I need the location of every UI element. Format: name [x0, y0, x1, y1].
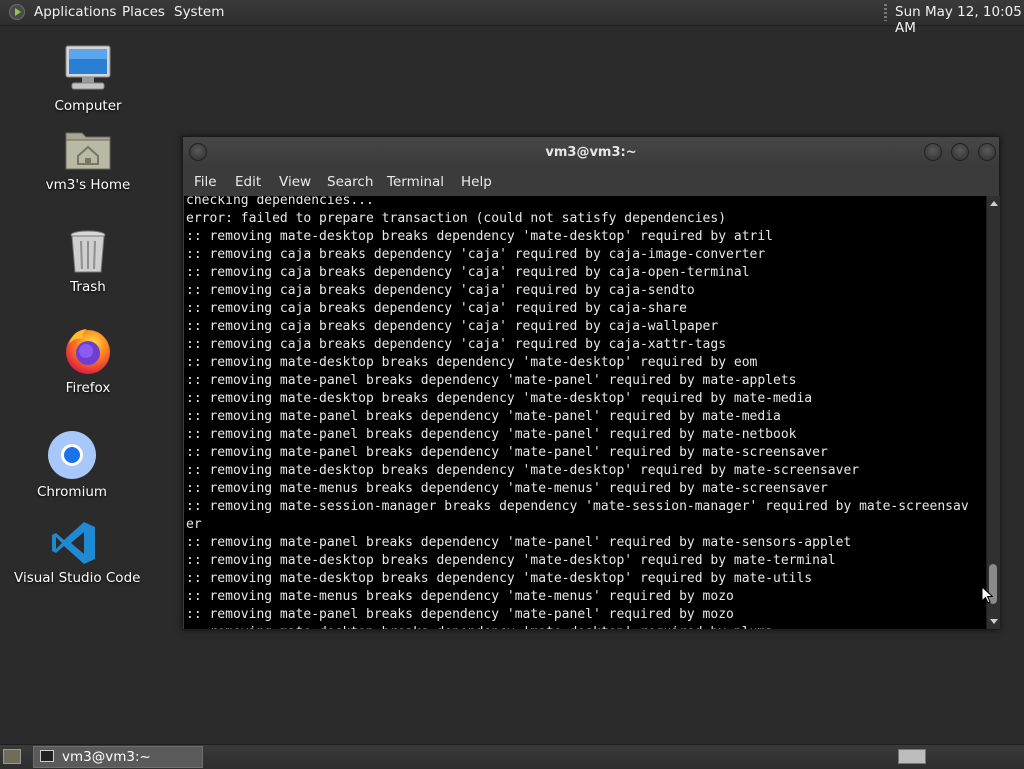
minimize-button[interactable] [924, 143, 942, 161]
menu-view[interactable]: View [279, 174, 311, 190]
scroll-down-arrow-icon[interactable] [990, 619, 998, 624]
mouse-pointer-icon [981, 586, 993, 604]
terminal-line: :: removing caja breaks dependency 'caja… [186, 319, 719, 334]
terminal-lines: checking dependencies... error: failed to… [186, 196, 969, 629]
terminal-window: vm3@vm3:~ File Edit View Search Terminal… [182, 136, 1000, 630]
menu-search[interactable]: Search [327, 174, 373, 190]
terminal-icon [40, 750, 54, 762]
firefox-icon [66, 329, 110, 374]
chromium-icon [48, 431, 96, 479]
clock[interactable]: Sun May 12, 10:05 AM [895, 4, 1024, 36]
mate-logo-icon[interactable] [9, 4, 25, 20]
terminal-line: :: removing mate-panel breaks dependency… [186, 373, 797, 388]
computer-icon [65, 45, 111, 90]
close-button[interactable] [978, 143, 996, 161]
menu-terminal[interactable]: Terminal [387, 174, 444, 190]
terminal-line: :: removing mate-desktop breaks dependen… [186, 463, 860, 478]
home-folder-icon [65, 132, 111, 170]
desktop-icon-label: vm3's Home [45, 177, 131, 193]
desktop-icon-label: Chromium [36, 484, 108, 500]
desktop-icon-label: Firefox [65, 380, 111, 396]
terminal-line: :: removing mate-desktop breaks dependen… [186, 624, 969, 629]
terminal-line: :: removing mate-panel breaks dependency… [186, 427, 797, 442]
terminal-line: :: removing caja breaks dependency 'caja… [186, 337, 727, 352]
taskbar-item-label: vm3@vm3:~ [62, 749, 151, 765]
terminal-line: :: removing mate-desktop breaks dependen… [186, 571, 813, 586]
window-title: vm3@vm3:~ [545, 145, 637, 160]
terminal-line: :: removing caja breaks dependency 'caja… [186, 247, 766, 262]
taskbar-item-terminal[interactable]: vm3@vm3:~ [33, 746, 203, 768]
terminal-line: :: removing mate-panel breaks dependency… [186, 535, 852, 550]
terminal-line: :: removing caja breaks dependency 'caja… [186, 301, 687, 316]
terminal-line: checking dependencies... [186, 196, 374, 208]
window-menubar: File Edit View Search Terminal Help [183, 167, 999, 195]
terminal-line: :: removing mate-session-manager breaks … [186, 499, 969, 514]
menu-edit[interactable]: Edit [235, 174, 261, 190]
terminal-line: :: removing mate-desktop breaks dependen… [186, 229, 773, 244]
terminal-line: error: failed to prepare transaction (co… [186, 211, 727, 226]
terminal-line: :: removing mate-panel breaks dependency… [186, 445, 828, 460]
desktop-icon-vscode[interactable]: Visual Studio Code [14, 520, 141, 586]
terminal-output[interactable]: checking dependencies... error: failed to… [184, 196, 986, 629]
terminal-line: :: removing caja breaks dependency 'caja… [186, 283, 695, 298]
applications-menu[interactable]: Applications [34, 4, 116, 20]
window-titlebar[interactable]: vm3@vm3:~ [183, 137, 999, 167]
trash-icon [70, 230, 106, 273]
menu-file[interactable]: File [194, 174, 217, 190]
terminal-line: :: removing mate-panel breaks dependency… [186, 409, 781, 424]
workspace-switcher-icon[interactable] [898, 749, 926, 764]
terminal-line: :: removing mate-menus breaks dependency… [186, 589, 734, 604]
panel-handle[interactable] [884, 4, 887, 21]
desktop-icon-home[interactable]: vm3's Home [43, 127, 133, 193]
desktop-icon-computer[interactable]: Computer [48, 44, 128, 114]
terminal-line: :: removing mate-desktop breaks dependen… [186, 355, 758, 370]
desktop-icon-label: Computer [54, 98, 122, 114]
menu-help[interactable]: Help [461, 174, 492, 190]
desktop-icon-label: Trash [70, 279, 106, 295]
desktop-icon-firefox[interactable]: Firefox [48, 326, 128, 396]
terminal-line: :: removing mate-panel breaks dependency… [186, 607, 734, 622]
show-desktop-icon[interactable] [3, 749, 21, 764]
desktop-icon-trash[interactable]: Trash [48, 229, 128, 295]
maximize-button[interactable] [951, 143, 969, 161]
terminal-line: :: removing caja breaks dependency 'caja… [186, 265, 750, 280]
scrollbar[interactable] [986, 196, 1000, 629]
terminal-line: :: removing mate-desktop breaks dependen… [186, 553, 836, 568]
places-menu[interactable]: Places [122, 4, 165, 20]
scroll-up-arrow-icon[interactable] [990, 201, 998, 206]
system-menu[interactable]: System [174, 4, 224, 20]
desktop-icon-label: Visual Studio Code [14, 570, 141, 586]
bottom-panel: vm3@vm3:~ [0, 744, 1024, 769]
terminal-line: :: removing mate-desktop breaks dependen… [186, 391, 813, 406]
vscode-icon [52, 522, 95, 564]
terminal-line: :: removing mate-menus breaks dependency… [186, 481, 828, 496]
top-panel: Applications Places System Sun May 12, 1… [0, 0, 1024, 36]
terminal-line: er [186, 517, 202, 532]
desktop-icon-chromium[interactable]: Chromium [32, 430, 112, 500]
